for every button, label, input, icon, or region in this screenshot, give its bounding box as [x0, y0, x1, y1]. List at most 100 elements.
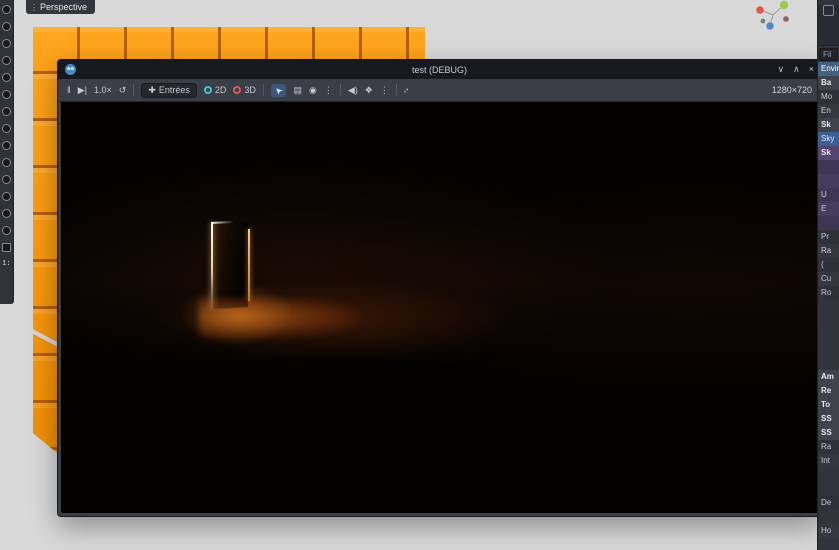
camera-options-button[interactable]: ⋮	[380, 86, 389, 95]
mode-3d-button-label: 3D	[244, 86, 256, 95]
minimize-button[interactable]: ∨	[778, 65, 785, 74]
dock-tool-7-icon[interactable]	[2, 107, 11, 116]
inspector-row[interactable]: Envir	[818, 62, 839, 76]
dock-tool-11-icon[interactable]	[2, 175, 11, 184]
game-window-titlebar[interactable]: test (DEBUG) ∨∧×	[58, 60, 821, 79]
inspector-row	[818, 356, 839, 370]
node-list-button[interactable]: ▤	[293, 86, 302, 95]
inspector-row[interactable]: (	[818, 258, 839, 272]
toolbar-separator	[263, 84, 264, 96]
inspector-row[interactable]	[818, 160, 839, 174]
perspective-menu-button[interactable]: ⋮ Perspective	[26, 0, 95, 14]
camera-override-icon: ❖	[365, 86, 373, 95]
inspector-row[interactable]: Ra	[818, 244, 839, 258]
window-controls: ∨ ∧ ×	[778, 65, 814, 74]
inspector-row[interactable]: Am	[818, 370, 839, 384]
dock-tool-13-icon[interactable]	[2, 209, 11, 218]
inspector-row[interactable]: SS	[818, 412, 839, 426]
inspector-row[interactable]: Int	[818, 454, 839, 468]
camera-override-button[interactable]: ❖	[365, 86, 373, 95]
embed-fullscreen-button[interactable]: ↕	[404, 86, 409, 95]
inspector-row[interactable]: Mo	[818, 90, 839, 104]
inspector-row[interactable]: En	[818, 104, 839, 118]
inspector-row[interactable]: Sk	[818, 146, 839, 160]
game-window[interactable]: test (DEBUG) ∨∧× ‖▶|1.0×↺✚Entrées2D3D➤▤◉…	[57, 59, 822, 517]
inspector-row	[818, 538, 839, 550]
inspector-row[interactable]: Cu	[818, 272, 839, 286]
dock-region-icon[interactable]	[2, 243, 11, 252]
input-mode-button[interactable]: ✚Entrées	[141, 83, 197, 98]
input-mode-button-label: Entrées	[159, 86, 190, 95]
game-toolbar: ‖ ▶| 1.0× ↺ ✚Entrées 2D 3D ➤ ▤ ◉ ⋮ ◀) ❖ ⋮ ↕ 1280×720	[58, 79, 821, 102]
dock-tool-3-icon[interactable]	[2, 39, 11, 48]
dock-tool-8-icon[interactable]	[2, 124, 11, 133]
inspector-row	[818, 328, 839, 342]
mute-audio-icon: ◀)	[348, 86, 358, 95]
inspector-row[interactable]	[818, 216, 839, 230]
dock-tool-10-icon[interactable]	[2, 158, 11, 167]
inspector-row[interactable]: Ho	[818, 524, 839, 538]
close-button[interactable]: ×	[809, 65, 814, 74]
game-viewport[interactable]	[61, 102, 818, 513]
inspector-row[interactable]: To	[818, 398, 839, 412]
input-mode-icon: ✚	[148, 86, 156, 95]
node-list-icon: ▤	[293, 86, 302, 95]
mode-2d-button-label: 2D	[215, 86, 227, 95]
dock-tool-2-icon[interactable]	[2, 22, 11, 31]
menu-dots-icon: ⋮	[30, 3, 37, 12]
inspector-row[interactable]: U	[818, 188, 839, 202]
left-dock-strip: 1:	[0, 0, 14, 304]
visibility-button[interactable]: ◉	[309, 86, 317, 95]
inspector-row[interactable]	[818, 174, 839, 188]
resolution-label: 1280×720	[772, 85, 812, 95]
mode-2d-button[interactable]: 2D	[204, 86, 227, 95]
inspector-panel[interactable]: Fil EnvirBaMoEnSkSkySkUEPrRa(CuRoAmReToS…	[817, 0, 839, 550]
dock-tool-1-icon[interactable]	[2, 5, 11, 14]
mute-audio-button[interactable]: ◀)	[348, 86, 358, 95]
toolbar-separator	[133, 84, 134, 96]
inspector-row	[818, 510, 839, 524]
toolbar-separator	[396, 84, 397, 96]
view-axis-gizmo[interactable]	[750, 0, 796, 35]
inspector-row[interactable]: Pr	[818, 230, 839, 244]
dock-tool-6-icon[interactable]	[2, 90, 11, 99]
dock-tool-9-icon[interactable]	[2, 141, 11, 150]
dock-list-icon[interactable]: 1:	[2, 260, 11, 269]
dock-tool-12-icon[interactable]	[2, 192, 11, 201]
pick-options-button[interactable]: ⋮	[324, 86, 333, 95]
axis-gizmo-icon	[750, 0, 796, 30]
embed-fullscreen-icon: ↕	[401, 85, 411, 95]
dock-tool-5-icon[interactable]	[2, 73, 11, 82]
inspector-row[interactable]: Sk	[818, 118, 839, 132]
godot-logo-icon	[65, 64, 76, 75]
inspector-row[interactable]: SS	[818, 426, 839, 440]
inspector-row[interactable]: Ro	[818, 286, 839, 300]
inspector-row[interactable]: Re	[818, 384, 839, 398]
inspector-row[interactable]: E	[818, 202, 839, 216]
pick-options-icon: ⋮	[324, 86, 333, 95]
dock-tool-14-icon[interactable]	[2, 226, 11, 235]
inspector-row	[818, 342, 839, 356]
inspector-row[interactable]: Sky	[818, 132, 839, 146]
inspector-filter-input[interactable]: Fil	[819, 48, 838, 61]
speed-dropdown[interactable]: 1.0×	[94, 86, 112, 95]
inspector-row[interactable]: Ra	[818, 440, 839, 454]
inspector-row[interactable]: Ba	[818, 76, 839, 90]
next-frame-button[interactable]: ▶|	[78, 86, 87, 95]
maximize-button[interactable]: ∧	[793, 65, 800, 74]
game-toolbar-items: ‖ ▶| 1.0× ↺ ✚Entrées 2D 3D ➤ ▤ ◉ ⋮ ◀) ❖ ⋮ ↕	[67, 83, 408, 98]
mode-3d-button[interactable]: 3D	[233, 86, 256, 95]
perspective-label: Perspective	[40, 2, 87, 12]
dock-tool-4-icon[interactable]	[2, 56, 11, 65]
reset-speed-button[interactable]: ↺	[119, 86, 127, 95]
inspector-dock-tabs[interactable]	[818, 5, 839, 46]
camera-options-icon: ⋮	[380, 86, 389, 95]
inspector-row[interactable]: De	[818, 496, 839, 510]
pick-mode-icon: ➤	[273, 84, 285, 96]
inspector-row	[818, 300, 839, 314]
pick-mode-button[interactable]: ➤	[271, 84, 287, 97]
scene-ambient-light	[61, 102, 818, 513]
inspector-rows: EnvirBaMoEnSkSkySkUEPrRa(CuRoAmReToSSSSR…	[818, 62, 839, 550]
mode-3d-icon	[233, 86, 241, 94]
pause-button[interactable]: ‖	[67, 86, 71, 95]
